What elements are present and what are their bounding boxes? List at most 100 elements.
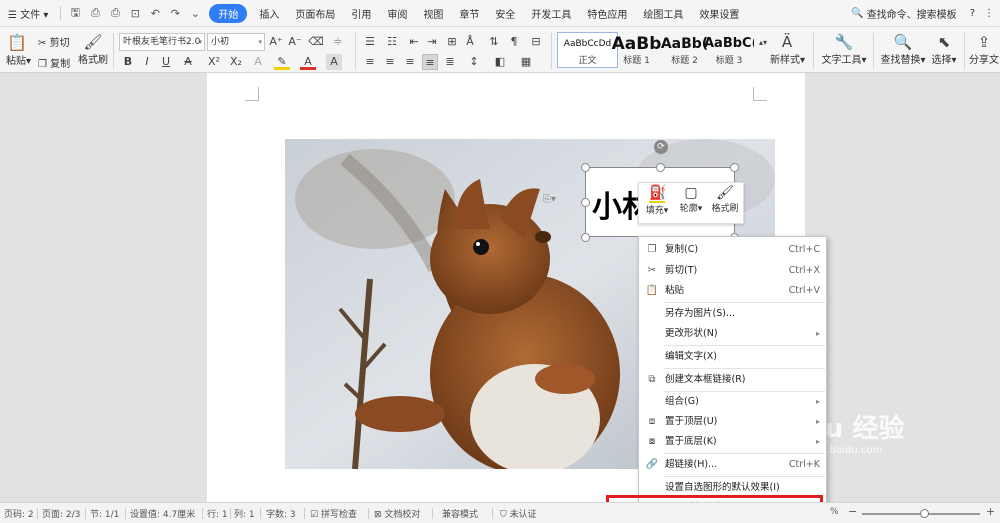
numbered-list-icon[interactable]: ☷	[384, 34, 400, 50]
zoom-level[interactable]: %	[830, 507, 839, 517]
tab-security[interactable]: 安全	[487, 6, 523, 21]
menu-item-hyperlink[interactable]: 🔗 超链接(H)... Ctrl+K	[639, 455, 826, 475]
align-center-icon[interactable]: ≡	[382, 54, 398, 70]
status-row[interactable]: 行: 1	[207, 507, 228, 520]
quick-access-icon[interactable]: ⎙	[85, 6, 105, 20]
status-word-count[interactable]: 字数: 3	[266, 507, 296, 520]
find-replace-button[interactable]: 🔍 查找替换▾	[878, 33, 928, 66]
menu-item-send-to-back[interactable]: ⧇ 置于底层(K) ▸	[639, 432, 826, 452]
doc-proofread-button[interactable]: ⊠ 文档校对	[374, 507, 420, 520]
tab-drawing-tools[interactable]: 绘图工具	[635, 6, 691, 21]
save-icon[interactable]: 🖫	[65, 4, 85, 23]
redo-icon[interactable]: ↷	[165, 7, 185, 20]
status-position[interactable]: 设置值: 4.7厘米	[130, 507, 195, 520]
shading-icon[interactable]: ◧	[492, 54, 508, 70]
distribute-icon[interactable]: ≣	[442, 54, 458, 70]
text-direction-icon[interactable]: Å	[462, 34, 478, 50]
menu-item-copy[interactable]: ❐ 复制(C) Ctrl+C	[639, 240, 826, 260]
status-line-number[interactable]: 页码: 2	[4, 507, 34, 520]
align-right-icon[interactable]: ≡	[402, 54, 418, 70]
new-style-button[interactable]: Ä 新样式▾	[770, 33, 805, 66]
format-painter-button[interactable]: 🖌 格式刷	[78, 33, 108, 66]
menu-item-paste[interactable]: 📋 粘贴 Ctrl+V	[639, 281, 826, 301]
bullet-list-icon[interactable]: ☰	[362, 34, 378, 50]
tab-chapter[interactable]: 章节	[451, 6, 487, 21]
resize-handle[interactable]	[656, 163, 665, 172]
chevron-down-icon[interactable]: ⌄	[185, 7, 205, 20]
tab-insert[interactable]: 插入	[251, 6, 287, 21]
menu-item-save-as-picture[interactable]: 另存为图片(S)...	[639, 304, 826, 324]
resize-handle[interactable]	[581, 233, 590, 242]
menu-item-cut[interactable]: ✂ 剪切(T) Ctrl+X	[639, 261, 826, 281]
phonetic-icon[interactable]: ≑	[330, 34, 346, 50]
tab-references[interactable]: 引用	[343, 6, 379, 21]
tab-review[interactable]: 审阅	[379, 6, 415, 21]
resize-handle[interactable]	[581, 163, 590, 172]
tab-view[interactable]: 视图	[415, 6, 451, 21]
paste-button[interactable]: 📋 粘贴▾	[6, 33, 31, 67]
print-icon[interactable]: ⎙	[105, 6, 125, 20]
menu-item-bring-to-front[interactable]: ⧈ 置于顶层(U) ▸	[639, 412, 826, 432]
text-effect-icon[interactable]: A	[250, 54, 266, 70]
zoom-slider[interactable]	[862, 509, 980, 518]
format-painter-mini-button[interactable]: 🖌 格式刷	[708, 185, 742, 214]
style-heading-3[interactable]: AaBbC( 标题 3	[703, 32, 755, 68]
command-search[interactable]: 🔍 查找命令、搜索模板 ? ⋮	[851, 6, 1000, 21]
increase-indent-icon[interactable]: ⇥	[424, 34, 440, 50]
menu-item-change-shape[interactable]: 更改形状(N) ▸	[639, 324, 826, 344]
grow-font-icon[interactable]: A⁺	[268, 34, 284, 50]
text-tools-button[interactable]: 🔧 文字工具▾	[820, 33, 868, 66]
subscript-icon[interactable]: X₂	[228, 54, 244, 70]
status-section[interactable]: 节: 1/1	[90, 507, 119, 520]
show-marks-icon[interactable]: ¶	[506, 34, 522, 50]
share-button[interactable]: ⇪ 分享文	[968, 33, 1000, 66]
font-name-select[interactable]: 叶根友毛笔行书2.0 ▾	[119, 33, 205, 51]
help-icon[interactable]: ?	[970, 8, 975, 19]
menu-item-edit-text[interactable]: 编辑文字(X)	[639, 347, 826, 367]
cut-button[interactable]: ✂ 剪切	[38, 34, 70, 49]
status-column[interactable]: 列: 1	[234, 507, 255, 520]
highlight-icon[interactable]: ✎	[274, 54, 290, 70]
styles-scroll-icon[interactable]: ▴▾	[755, 35, 771, 51]
copy-button[interactable]: ❐ 复制	[38, 55, 70, 70]
font-size-select[interactable]: 小初 ▾	[207, 33, 265, 51]
char-shading-icon[interactable]: A	[326, 54, 342, 70]
align-left-icon[interactable]: ≡	[362, 54, 378, 70]
zoom-in-icon[interactable]: +	[986, 505, 995, 518]
more-icon[interactable]: ⋮	[984, 8, 994, 19]
borders-icon[interactable]: ⊟	[528, 34, 544, 50]
sort-icon[interactable]: ⇅	[486, 34, 502, 50]
layout-options-icon[interactable]: ⎘▾	[543, 194, 556, 205]
italic-icon[interactable]: I	[139, 54, 155, 70]
chinese-layout-icon[interactable]: ⊞	[444, 34, 460, 50]
undo-icon[interactable]: ↶	[145, 7, 165, 20]
bold-icon[interactable]: B	[120, 54, 136, 70]
menu-item-create-textbox-link[interactable]: ⧉ 创建文本框链接(R)	[639, 370, 826, 390]
shrink-font-icon[interactable]: A⁻	[287, 34, 303, 50]
line-spacing-icon[interactable]: ↕	[466, 54, 482, 70]
status-page[interactable]: 页面: 2/3	[42, 507, 80, 520]
certification-status[interactable]: ⛉ 未认证	[500, 507, 537, 520]
select-button[interactable]: ⬉ 选择▾	[930, 33, 958, 66]
fill-button[interactable]: ⛽ 填充▾	[640, 185, 674, 216]
tab-effects[interactable]: 效果设置	[691, 6, 747, 21]
font-color-icon[interactable]: A	[300, 54, 316, 70]
preview-icon[interactable]: ⊡	[125, 7, 145, 20]
outline-button[interactable]: ▢ 轮廓▾	[674, 185, 708, 214]
underline-icon[interactable]: U	[158, 54, 174, 70]
spell-check-button[interactable]: ☑ 拼写检查	[310, 507, 357, 520]
decrease-indent-icon[interactable]: ⇤	[406, 34, 422, 50]
tab-developer[interactable]: 开发工具	[523, 6, 579, 21]
superscript-icon[interactable]: X²	[206, 54, 222, 70]
justify-icon[interactable]: ≡	[422, 54, 438, 70]
zoom-slider-thumb[interactable]	[920, 509, 929, 518]
tab-special[interactable]: 特色应用	[579, 6, 635, 21]
file-menu[interactable]: ☰ 文件 ▾	[0, 6, 56, 21]
tab-page-layout[interactable]: 页面布局	[287, 6, 343, 21]
tab-home[interactable]: 开始	[209, 3, 248, 23]
clear-format-icon[interactable]: ⌫	[308, 34, 324, 50]
table-borders-icon[interactable]: ▦	[518, 54, 534, 70]
menu-item-group[interactable]: 组合(G) ▸	[639, 392, 826, 412]
resize-handle[interactable]	[730, 163, 739, 172]
rotate-handle-icon[interactable]: ⟳	[654, 140, 668, 154]
